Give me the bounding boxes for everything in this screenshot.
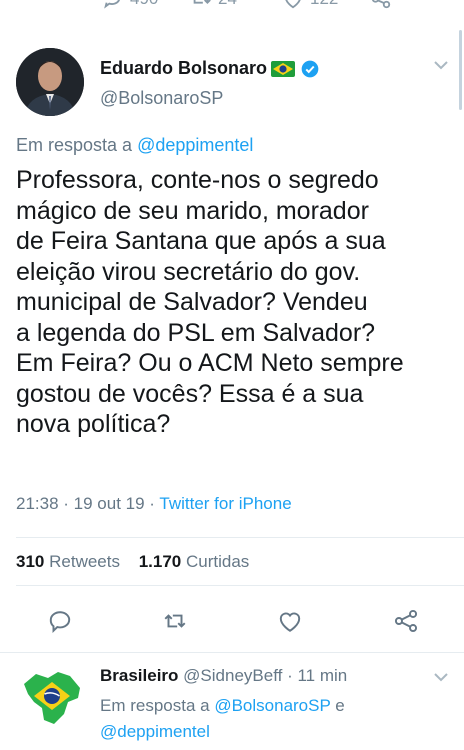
reply-icon[interactable] — [47, 608, 73, 634]
retweet-icon — [193, 0, 211, 4]
reply-prefix: Em resposta a — [16, 135, 138, 155]
retweets-stat[interactable]: 310 Retweets — [16, 552, 120, 571]
reply-to-link[interactable]: @deppimentel — [137, 135, 253, 155]
reply-author-name[interactable]: Brasileiro — [100, 666, 178, 685]
divider — [16, 585, 464, 586]
avatar[interactable] — [16, 48, 84, 116]
previous-reply-action[interactable]: 490 — [102, 0, 158, 10]
retweet-label: Retweets — [49, 552, 120, 571]
reply-time: 11 min — [297, 666, 348, 685]
like-icon[interactable] — [277, 608, 303, 634]
avatar[interactable] — [18, 662, 86, 730]
tweet-action-bar — [0, 608, 464, 642]
scrollbar[interactable] — [459, 30, 462, 110]
author-handle[interactable]: @BolsonaroSP — [100, 88, 223, 109]
previous-like-count: 122 — [310, 0, 338, 9]
verified-badge-icon — [301, 60, 319, 77]
chevron-down-icon[interactable] — [434, 60, 448, 70]
reply-context: Em resposta a @BolsonaroSP e @deppimente… — [100, 693, 440, 745]
brazil-flag-icon — [271, 60, 296, 77]
author-name[interactable]: Eduardo Bolsonaro — [100, 58, 267, 79]
share-icon[interactable] — [393, 608, 419, 634]
tweet-stats: 310 Retweets 1.170 Curtidas — [16, 552, 249, 572]
tweet-date: 19 out 19 — [73, 494, 145, 513]
previous-reply-count: 490 — [130, 0, 158, 9]
reply-conjunction: e — [330, 696, 345, 715]
previous-retweet-action[interactable]: 24 — [190, 0, 237, 10]
divider — [0, 652, 464, 653]
retweet-icon[interactable] — [162, 608, 188, 634]
tweet-meta: 21:38 · 19 out 19 · Twitter for iPhone — [16, 494, 292, 513]
divider — [16, 537, 464, 538]
previous-like-action[interactable]: 122 — [282, 0, 338, 10]
previous-retweet-count: 24 — [218, 0, 237, 9]
like-count: 1.170 — [138, 552, 182, 571]
reply-to-link[interactable]: @deppimentel — [100, 722, 210, 741]
previous-share-action[interactable] — [370, 0, 392, 10]
previous-tweet-actions: 490 24 122 — [0, 0, 464, 18]
reply-to-link[interactable]: @BolsonaroSP — [214, 696, 330, 715]
tweet-source-link[interactable]: Twitter for iPhone — [159, 494, 291, 513]
profile-photo-icon — [16, 48, 84, 116]
reply-prefix: Em resposta a — [100, 696, 215, 715]
reply-author-handle[interactable]: @SidneyBeff — [183, 666, 282, 685]
tweet-time: 21:38 — [16, 494, 59, 513]
like-icon — [285, 0, 301, 9]
retweet-count: 310 — [16, 552, 45, 571]
tweet-text: Professora, conte-nos o segredo mágico d… — [16, 166, 404, 438]
reply-header: Brasileiro @SidneyBeff · 11 min — [100, 666, 348, 685]
chevron-down-icon[interactable] — [434, 672, 448, 682]
likes-stat[interactable]: 1.170 Curtidas — [139, 552, 250, 571]
reply-context: Em resposta a @deppimentel — [16, 135, 253, 156]
reply-icon — [104, 0, 120, 9]
like-label: Curtidas — [186, 552, 250, 571]
author-name-row[interactable]: Eduardo Bolsonaro — [100, 58, 320, 79]
share-icon — [371, 0, 391, 9]
